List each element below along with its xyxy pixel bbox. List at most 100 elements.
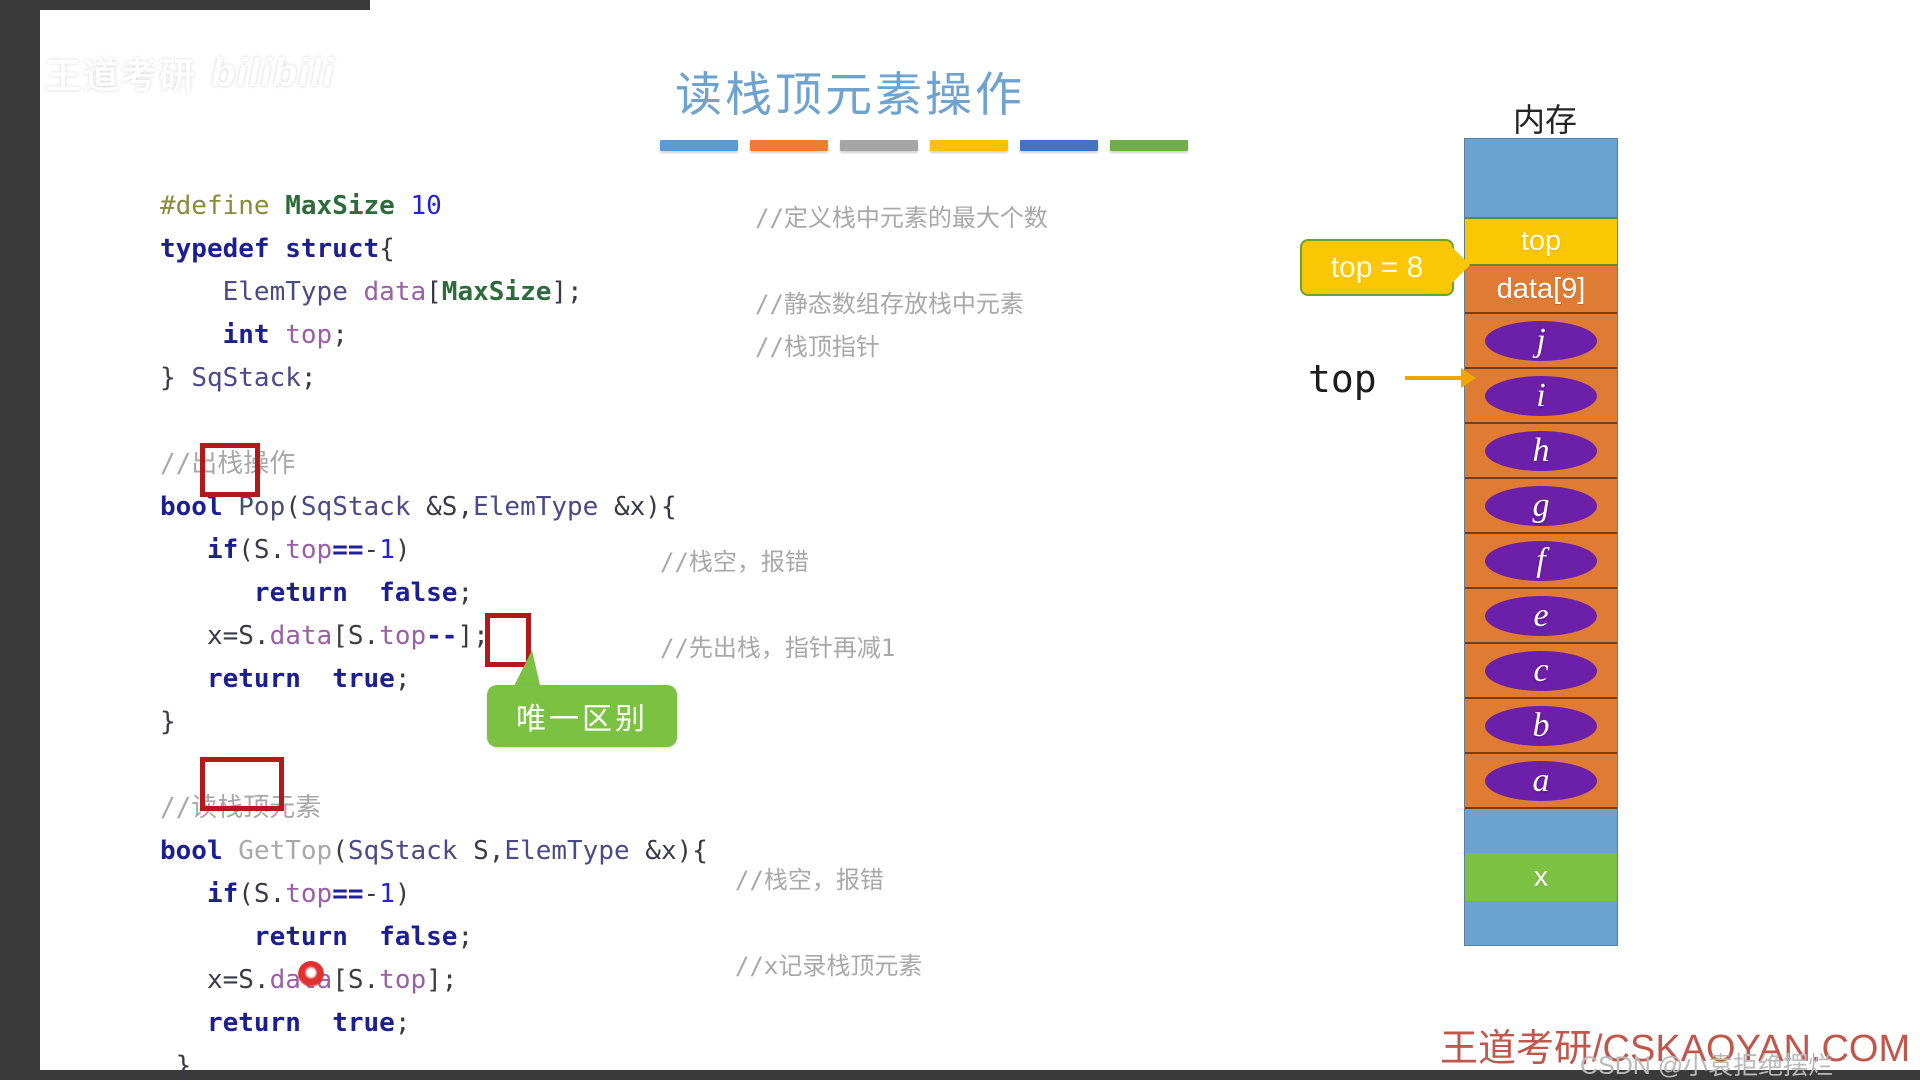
code-token: GetTop [238, 836, 333, 866]
stack-element-label: c [1533, 651, 1549, 689]
watermark-cn-label: 王道考研 [45, 55, 198, 96]
comment-maxsize: //定义栈中元素的最大个数 [755, 204, 1048, 232]
stack-element-ellipse: g [1485, 485, 1597, 526]
code-line: return true; [160, 1002, 708, 1045]
stack-element-ellipse: c [1485, 650, 1597, 691]
code-token: x=S. [160, 621, 270, 651]
memory-cell-label: x [1533, 860, 1549, 893]
code-line: return false; [160, 916, 708, 959]
code-token: if [206, 535, 239, 565]
code-token: ]; [551, 277, 583, 307]
code-line: //出栈操作 [160, 443, 708, 486]
code-line: x=S.data[S.top]; [160, 959, 708, 1002]
stack-element-label: i [1536, 376, 1546, 414]
unique-difference-callout: 唯一区别 [487, 685, 677, 747]
code-token: MaxSize [285, 191, 395, 221]
code-line: x=S.data[S.top--]; [160, 615, 708, 658]
code-token: bool [160, 492, 223, 522]
code-token: top [285, 535, 333, 565]
code-line: bool Pop(SqStack &S,ElemType &x){ [160, 486, 708, 529]
code-line: return false; [160, 572, 708, 615]
code-token: ; [457, 578, 474, 608]
letterbox-left [0, 0, 40, 1080]
code-token: true [332, 1008, 395, 1038]
code-token: top [285, 320, 333, 350]
memory-cell: h [1465, 424, 1617, 479]
code-token: [ [426, 277, 442, 307]
code-listing: #define MaxSize 10 typedef struct{ ElemTy… [160, 185, 708, 1080]
code-token: ; [332, 320, 348, 350]
stack-element-ellipse: i [1485, 375, 1597, 416]
code-line: ElemType data[MaxSize]; [160, 271, 708, 314]
stack-element-ellipse: f [1485, 540, 1597, 581]
code-token: -- [426, 621, 458, 651]
stack-element-ellipse: a [1485, 760, 1597, 801]
code-token: true [332, 664, 395, 694]
code-token: } [160, 1051, 192, 1080]
stack-element-label: e [1533, 596, 1549, 634]
code-token: ; [457, 922, 474, 952]
stack-element-label: a [1532, 761, 1550, 799]
title-bar-4 [930, 140, 1008, 151]
code-token: [S. [332, 965, 380, 995]
memory-cell-label: data[9] [1496, 272, 1586, 305]
page-title: 读栈顶元素操作 [675, 70, 1025, 122]
memory-cell-label: top [1520, 225, 1562, 257]
memory-cell: c [1465, 644, 1617, 699]
title-decoration-bars [660, 140, 1188, 151]
memory-cell: b [1465, 699, 1617, 754]
code-token: } [160, 707, 176, 737]
code-token: == [332, 879, 364, 909]
stack-element-ellipse: h [1485, 430, 1597, 471]
slide-canvas: 王道考研 bilibili 读栈顶元素操作 #define MaxSize 10… [0, 0, 1920, 1080]
code-token: ) [394, 535, 411, 565]
code-token: - [363, 535, 380, 565]
comment-gettop-read: //x记录栈顶元素 [735, 952, 923, 980]
code-token: ]; [426, 965, 458, 995]
code-token: ; [394, 664, 411, 694]
code-line: typedef struct{ [160, 228, 708, 271]
code-token: MaxSize [441, 277, 552, 307]
memory-cell: i [1465, 369, 1617, 424]
code-token: ElemType [222, 277, 348, 307]
stack-element-label: j [1536, 321, 1546, 359]
stack-element-label: f [1536, 541, 1546, 579]
code-token: ; [300, 363, 317, 393]
code-token: typedef struct [160, 234, 380, 264]
code-line: if(S.top==-1) [160, 529, 708, 572]
code-token: SqStack [191, 363, 301, 393]
memory-column: top data[9] j i h g f e c b a x [1464, 138, 1618, 946]
code-token: &x){ [598, 492, 677, 522]
code-line: } SqStack; [160, 357, 708, 400]
code-token: ElemType [473, 492, 599, 522]
code-line [160, 400, 708, 443]
top-pointer-label: top [1308, 357, 1377, 401]
code-line: #define MaxSize 10 [160, 185, 708, 228]
comment-pop-empty: //栈空，报错 [660, 548, 809, 576]
code-token: == [332, 535, 364, 565]
code-token: data [269, 965, 333, 995]
code-token: false [379, 922, 458, 952]
code-token: S, [457, 836, 505, 866]
comment-top-pointer: //栈顶指针 [755, 333, 880, 361]
code-line [160, 744, 708, 787]
code-token: ]; [457, 621, 489, 651]
stack-element-label: h [1532, 431, 1550, 469]
code-token: ElemType [504, 836, 630, 866]
memory-cell: f [1465, 534, 1617, 589]
code-token: Pop [238, 492, 286, 522]
code-token: top [379, 965, 427, 995]
stack-element-ellipse: j [1485, 320, 1597, 361]
